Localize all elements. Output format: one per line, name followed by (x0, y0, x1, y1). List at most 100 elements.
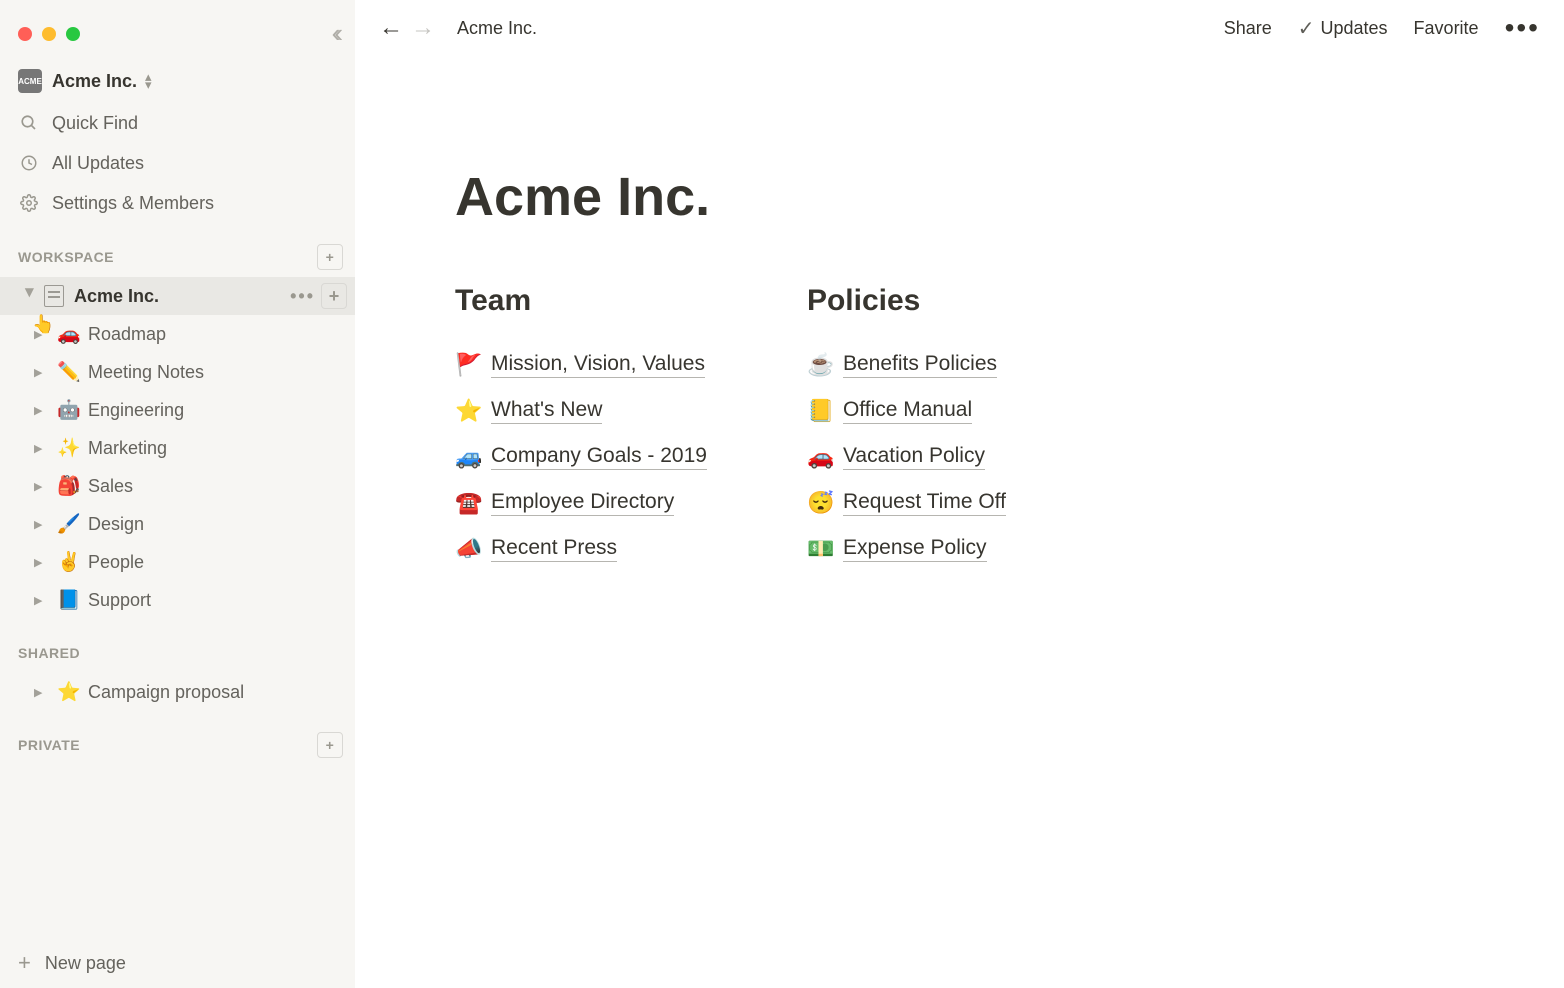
quick-find-button[interactable]: Quick Find (0, 103, 355, 143)
window-controls: ‹‹ (0, 0, 355, 59)
link-emoji-icon: ☕ (807, 352, 843, 378)
close-window-button[interactable] (18, 27, 32, 41)
sidebar-page-label: Marketing (88, 438, 167, 459)
topbar: ← → Acme Inc. Share ✓ Updates Favorite •… (355, 0, 1564, 56)
collapse-sidebar-button[interactable]: ‹‹ (332, 18, 337, 49)
add-private-page-button[interactable]: + (317, 732, 343, 758)
page-emoji-icon: ✏️ (56, 360, 82, 384)
sidebar-page-people[interactable]: ▶✌️People (0, 543, 355, 581)
search-icon (18, 114, 40, 132)
forward-button[interactable]: → (411, 14, 435, 42)
share-button[interactable]: Share (1224, 18, 1272, 39)
column-header[interactable]: Policies (807, 284, 1006, 318)
settings-label: Settings & Members (52, 193, 214, 214)
page-link-company-goals-2019[interactable]: 🚙Company Goals - 2019 (455, 434, 707, 480)
maximize-window-button[interactable] (66, 27, 80, 41)
sidebar-page-label: Support (88, 590, 151, 611)
page-link-benefits-policies[interactable]: ☕Benefits Policies (807, 342, 1006, 388)
minimize-window-button[interactable] (42, 27, 56, 41)
link-emoji-icon: 💵 (807, 536, 843, 562)
link-emoji-icon: 😴 (807, 490, 843, 516)
all-updates-button[interactable]: All Updates (0, 143, 355, 183)
disclosure-triangle-icon[interactable]: ▶ (34, 404, 50, 417)
page-link-expense-policy[interactable]: 💵Expense Policy (807, 526, 1006, 572)
link-emoji-icon: 📒 (807, 398, 843, 424)
private-section-header: PRIVATE + (0, 725, 355, 765)
column-policies: Policies☕Benefits Policies📒Office Manual… (807, 284, 1006, 572)
sidebar: ‹‹ ACME Acme Inc. ▴▾ Quick Find All Upda… (0, 0, 355, 988)
sidebar-page-engineering[interactable]: ▶🤖Engineering (0, 391, 355, 429)
breadcrumb[interactable]: Acme Inc. (457, 18, 537, 39)
add-workspace-page-button[interactable]: + (317, 244, 343, 270)
link-label: Expense Policy (843, 536, 987, 562)
all-updates-label: All Updates (52, 153, 144, 174)
link-label: Vacation Policy (843, 444, 985, 470)
link-label: Benefits Policies (843, 352, 997, 378)
disclosure-triangle-icon[interactable]: ▶ (34, 442, 50, 455)
link-label: Company Goals - 2019 (491, 444, 707, 470)
settings-button[interactable]: Settings & Members (0, 183, 355, 223)
sidebar-page-label: Campaign proposal (88, 682, 244, 703)
sidebar-page-label: Design (88, 514, 144, 535)
sidebar-page-roadmap[interactable]: ▶🚗Roadmap (0, 315, 355, 353)
page-actions-button[interactable]: ••• (290, 286, 315, 307)
favorite-button[interactable]: Favorite (1414, 18, 1479, 39)
main-panel: ← → Acme Inc. Share ✓ Updates Favorite •… (355, 0, 1564, 988)
page-emoji-icon: ✨ (56, 436, 82, 460)
page-link-request-time-off[interactable]: 😴Request Time Off (807, 480, 1006, 526)
shared-section-label: SHARED (18, 645, 80, 661)
shared-section-header: SHARED (0, 633, 355, 673)
workspace-icon: ACME (18, 69, 42, 93)
disclosure-triangle-icon[interactable]: ▶ (34, 366, 50, 379)
link-label: Recent Press (491, 536, 617, 562)
sidebar-page-meeting-notes[interactable]: ▶ ✏️ Meeting Notes (0, 353, 355, 391)
page-emoji-icon: ⭐ (56, 680, 82, 704)
page-icon (44, 285, 64, 307)
quick-find-label: Quick Find (52, 113, 138, 134)
disclosure-triangle-icon[interactable]: ▶ (34, 556, 50, 569)
sidebar-page-campaign-proposal[interactable]: ▶ ⭐ Campaign proposal (0, 673, 355, 711)
link-emoji-icon: ⭐ (455, 398, 491, 424)
page-link-office-manual[interactable]: 📒Office Manual (807, 388, 1006, 434)
link-emoji-icon: ☎️ (455, 490, 491, 516)
disclosure-triangle-icon[interactable]: ▶ (34, 480, 50, 493)
link-emoji-icon: 📣 (455, 536, 491, 562)
back-button[interactable]: ← (379, 14, 403, 42)
column-header[interactable]: Team (455, 284, 707, 318)
sidebar-page-support[interactable]: ▶ 📘 Support (0, 581, 355, 619)
gear-icon (18, 194, 40, 212)
sidebar-page-label: Meeting Notes (88, 362, 204, 383)
clock-icon (18, 154, 40, 172)
sidebar-page-acme[interactable]: ▶ Acme Inc. ••• + (0, 277, 355, 315)
sidebar-page-marketing[interactable]: ▶ ✨ Marketing (0, 429, 355, 467)
sidebar-page-sales[interactable]: ▶🎒Sales (0, 467, 355, 505)
disclosure-triangle-icon[interactable]: ▶ (24, 288, 37, 304)
page-link-mission-vision-values[interactable]: 🚩Mission, Vision, Values (455, 342, 707, 388)
link-label: Employee Directory (491, 490, 674, 516)
private-section-label: PRIVATE (18, 737, 80, 753)
page-title[interactable]: Acme Inc. (455, 166, 1464, 228)
disclosure-triangle-icon[interactable]: ▶ (34, 518, 50, 531)
page-emoji-icon: ✌️ (56, 550, 82, 574)
page-link-recent-press[interactable]: 📣Recent Press (455, 526, 707, 572)
new-page-button[interactable]: + New page (0, 938, 355, 988)
page-content: Acme Inc. Team🚩Mission, Vision, Values⭐W… (355, 56, 1564, 572)
sidebar-page-design[interactable]: ▶🖌️Design (0, 505, 355, 543)
page-emoji-icon: 📘 (56, 588, 82, 612)
page-link-what-s-new[interactable]: ⭐What's New (455, 388, 707, 434)
workspace-switcher[interactable]: ACME Acme Inc. ▴▾ (0, 59, 355, 103)
page-link-vacation-policy[interactable]: 🚗Vacation Policy (807, 434, 1006, 480)
page-link-employee-directory[interactable]: ☎️Employee Directory (455, 480, 707, 526)
sidebar-page-label: Roadmap (88, 324, 166, 345)
disclosure-triangle-icon[interactable]: ▶ (34, 328, 50, 341)
more-menu-button[interactable]: ••• (1505, 23, 1540, 33)
workspace-name: Acme Inc. (52, 71, 137, 92)
updates-button[interactable]: ✓ Updates (1298, 16, 1388, 41)
sidebar-page-label: Sales (88, 476, 133, 497)
add-subpage-button[interactable]: + (321, 283, 347, 309)
disclosure-triangle-icon[interactable]: ▶ (34, 594, 50, 607)
link-label: Mission, Vision, Values (491, 352, 705, 378)
disclosure-triangle-icon[interactable]: ▶ (34, 686, 50, 699)
link-emoji-icon: 🚩 (455, 352, 491, 378)
page-emoji-icon: 🤖 (56, 398, 82, 422)
